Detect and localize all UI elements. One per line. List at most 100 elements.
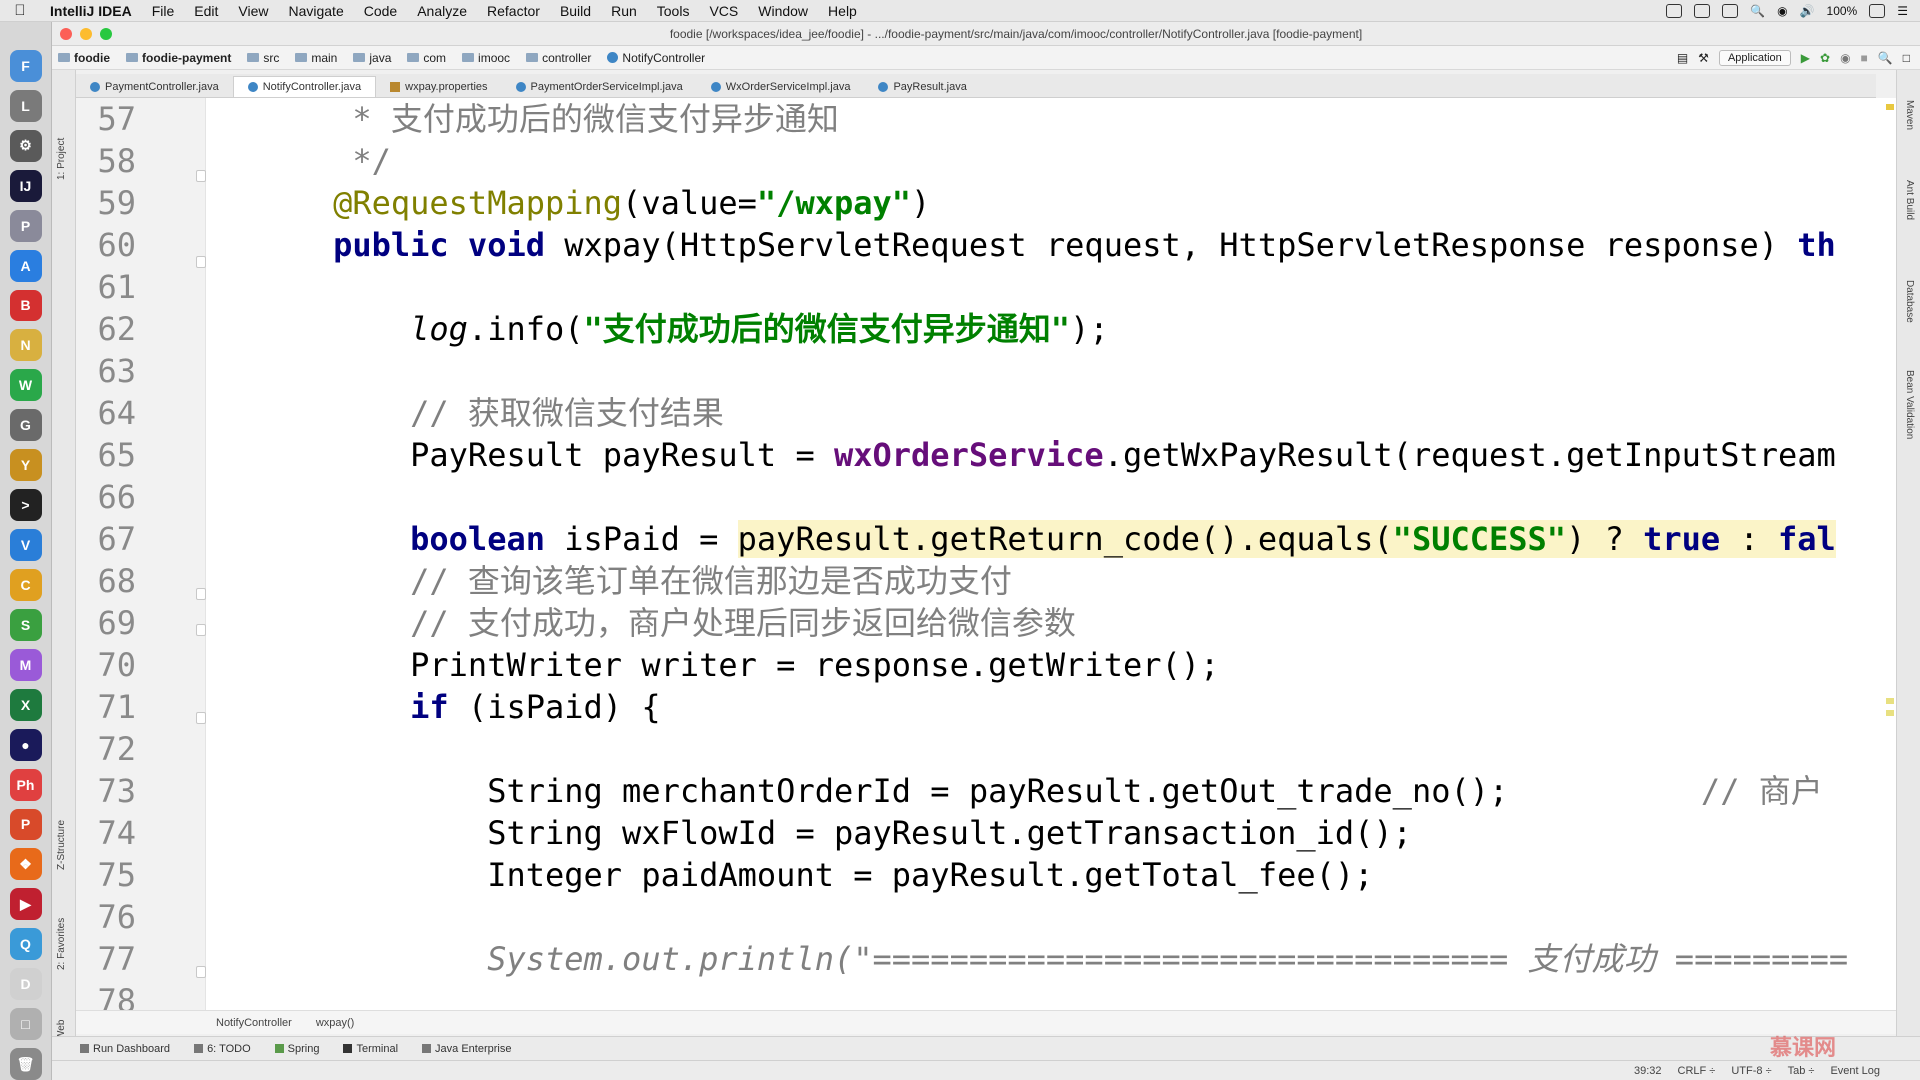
warning-marker[interactable] xyxy=(1886,104,1894,110)
code-text[interactable]: String wxFlowId = payResult.getTransacti… xyxy=(256,812,1412,854)
code-line[interactable]: 58 */ xyxy=(76,140,1896,182)
menu-run[interactable]: Run xyxy=(601,3,647,19)
code-line[interactable]: 61 xyxy=(76,266,1896,308)
app-store-icon[interactable]: A xyxy=(9,249,42,282)
launchpad-icon[interactable]: L xyxy=(9,89,42,122)
code-line[interactable]: 60 public void wxpay(HttpServletRequest … xyxy=(76,224,1896,266)
media-icon[interactable]: ● xyxy=(9,728,42,761)
volume-icon[interactable]: 🔊 xyxy=(1800,4,1815,18)
finder-icon[interactable]: F xyxy=(9,50,42,82)
breadcrumb-item[interactable]: NotifyController xyxy=(601,51,715,65)
menu-view[interactable]: View xyxy=(228,3,278,19)
code-line[interactable]: 78 xyxy=(76,980,1896,1010)
tab-pay-result[interactable]: PayResult.java xyxy=(864,77,980,97)
code-editor[interactable]: 57 * 支付成功后的微信支付异步通知 58 */59 @RequestMappi… xyxy=(76,98,1896,1010)
line-number[interactable]: 71 xyxy=(76,686,136,728)
terminal-button[interactable]: Terminal xyxy=(343,1043,398,1055)
code-line[interactable]: 67 boolean isPaid = payResult.getReturn_… xyxy=(76,518,1896,560)
breadcrumb-method[interactable]: wxpay() xyxy=(316,1017,355,1029)
battery-label[interactable]: 100% xyxy=(1827,4,1858,18)
code-line[interactable]: 57 * 支付成功后的微信支付异步通知 xyxy=(76,98,1896,140)
code-line[interactable]: 73 String merchantOrderId = payResult.ge… xyxy=(76,770,1896,812)
chrome-icon[interactable]: C xyxy=(9,568,42,601)
breadcrumb-item[interactable]: foodie-payment xyxy=(120,51,241,65)
code-text[interactable]: Integer paidAmount = payResult.getTotal_… xyxy=(256,854,1373,896)
run-dashboard-button[interactable]: Run Dashboard xyxy=(80,1043,170,1055)
chat-icon[interactable]: Q xyxy=(9,928,42,961)
menu-vcs[interactable]: VCS xyxy=(699,3,748,19)
tab-wx-order-service-impl[interactable]: WxOrderServiceImpl.java xyxy=(697,77,865,97)
trash-icon[interactable]: 🗑 xyxy=(9,1048,42,1080)
code-text[interactable]: @RequestMapping(value="/wxpay") xyxy=(256,182,930,224)
code-line[interactable]: 64 // 获取微信支付结果 xyxy=(76,392,1896,434)
window-icon[interactable]: □ xyxy=(1903,51,1910,65)
tab-payment-controller[interactable]: PaymentController.java xyxy=(76,77,233,97)
menu-help[interactable]: Help xyxy=(818,3,867,19)
line-number[interactable]: 76 xyxy=(76,896,136,938)
code-text[interactable]: public void wxpay(HttpServletRequest req… xyxy=(256,224,1836,266)
line-number[interactable]: 67 xyxy=(76,518,136,560)
search-icon[interactable]: 🔍 xyxy=(1750,4,1765,18)
coverage-icon[interactable]: ◉ xyxy=(1840,51,1850,65)
time-machine-icon[interactable] xyxy=(1722,3,1739,18)
breadcrumb-item[interactable]: imooc xyxy=(456,51,520,65)
code-text[interactable]: if (isPaid) { xyxy=(256,686,660,728)
line-number[interactable]: 62 xyxy=(76,308,136,350)
code-text[interactable]: // 支付成功，商户处理后同步返回给微信参数 xyxy=(256,602,1076,644)
notes-icon[interactable]: N xyxy=(9,329,42,362)
code-text[interactable]: PayResult payResult = wxOrderService.get… xyxy=(256,434,1836,476)
layout-icon[interactable]: ▤ xyxy=(1677,51,1688,65)
code-line[interactable]: 71 if (isPaid) { xyxy=(76,686,1896,728)
file-encoding[interactable]: UTF-8 ÷ xyxy=(1731,1065,1771,1077)
hammer-icon[interactable]: ⚒ xyxy=(1698,51,1709,65)
code-text[interactable]: log.info("支付成功后的微信支付异步通知"); xyxy=(256,308,1108,350)
file-icon[interactable]: □ xyxy=(9,1008,42,1041)
tab-payment-order-service-impl[interactable]: PaymentOrderServiceImpl.java xyxy=(502,77,697,97)
line-number[interactable]: 66 xyxy=(76,476,136,518)
maven-tool-button[interactable]: Maven xyxy=(1904,100,1915,130)
indent-setting[interactable]: Tab ÷ xyxy=(1788,1065,1815,1077)
favorites-tool-button[interactable]: 2: Favorites xyxy=(56,918,67,970)
line-number[interactable]: 77 xyxy=(76,938,136,980)
wifi-icon[interactable]: ◉ xyxy=(1777,4,1787,18)
line-number[interactable]: 75 xyxy=(76,854,136,896)
highlight-marker[interactable] xyxy=(1886,710,1894,716)
code-line[interactable]: 68 // 查询该笔订单在微信那边是否成功支付 xyxy=(76,560,1896,602)
line-separator[interactable]: CRLF ÷ xyxy=(1678,1065,1716,1077)
terminal-icon[interactable]: > xyxy=(9,489,42,522)
code-line[interactable]: 77 System.out.println("=================… xyxy=(76,938,1896,980)
line-number[interactable]: 58 xyxy=(76,140,136,182)
menu-navigate[interactable]: Navigate xyxy=(278,3,353,19)
code-line[interactable]: 69 // 支付成功，商户处理后同步返回给微信参数 xyxy=(76,602,1896,644)
code-line[interactable]: 72 xyxy=(76,728,1896,770)
settings-icon[interactable]: ⚙ xyxy=(9,129,42,162)
line-number[interactable]: 60 xyxy=(76,224,136,266)
database-tool-button[interactable]: Database xyxy=(1904,280,1915,323)
bean-validation-tool-button[interactable]: Bean Validation xyxy=(1904,370,1915,439)
line-number[interactable]: 69 xyxy=(76,602,136,644)
menu-analyze[interactable]: Analyze xyxy=(407,3,477,19)
line-number[interactable]: 74 xyxy=(76,812,136,854)
photos-icon[interactable]: Ph xyxy=(9,768,42,801)
document-icon[interactable]: D xyxy=(9,968,42,1001)
menu-build[interactable]: Build xyxy=(550,3,601,19)
line-number[interactable]: 64 xyxy=(76,392,136,434)
line-number[interactable]: 78 xyxy=(76,980,136,1010)
todo-button[interactable]: 6: TODO xyxy=(194,1043,251,1055)
menu-window[interactable]: Window xyxy=(748,3,818,19)
breadcrumb-item[interactable]: controller xyxy=(520,51,601,65)
battery-icon[interactable] xyxy=(1869,3,1886,18)
code-line[interactable]: 66 xyxy=(76,476,1896,518)
code-text[interactable]: System.out.println("====================… xyxy=(256,938,1848,980)
caret-position[interactable]: 39:32 xyxy=(1634,1065,1662,1077)
debug-icon[interactable]: ✿ xyxy=(1820,51,1830,65)
menu-edit[interactable]: Edit xyxy=(184,3,228,19)
yellow-app-icon[interactable]: Y xyxy=(9,449,42,482)
highlight-marker[interactable] xyxy=(1886,698,1894,704)
run-config-select[interactable]: Application xyxy=(1718,49,1791,66)
colorful-app-icon[interactable]: M xyxy=(9,648,42,681)
spring-icon[interactable]: S xyxy=(9,608,42,641)
code-text[interactable]: PrintWriter writer = response.getWriter(… xyxy=(256,644,1219,686)
breadcrumb-item[interactable]: src xyxy=(241,51,289,65)
line-number[interactable]: 73 xyxy=(76,770,136,812)
